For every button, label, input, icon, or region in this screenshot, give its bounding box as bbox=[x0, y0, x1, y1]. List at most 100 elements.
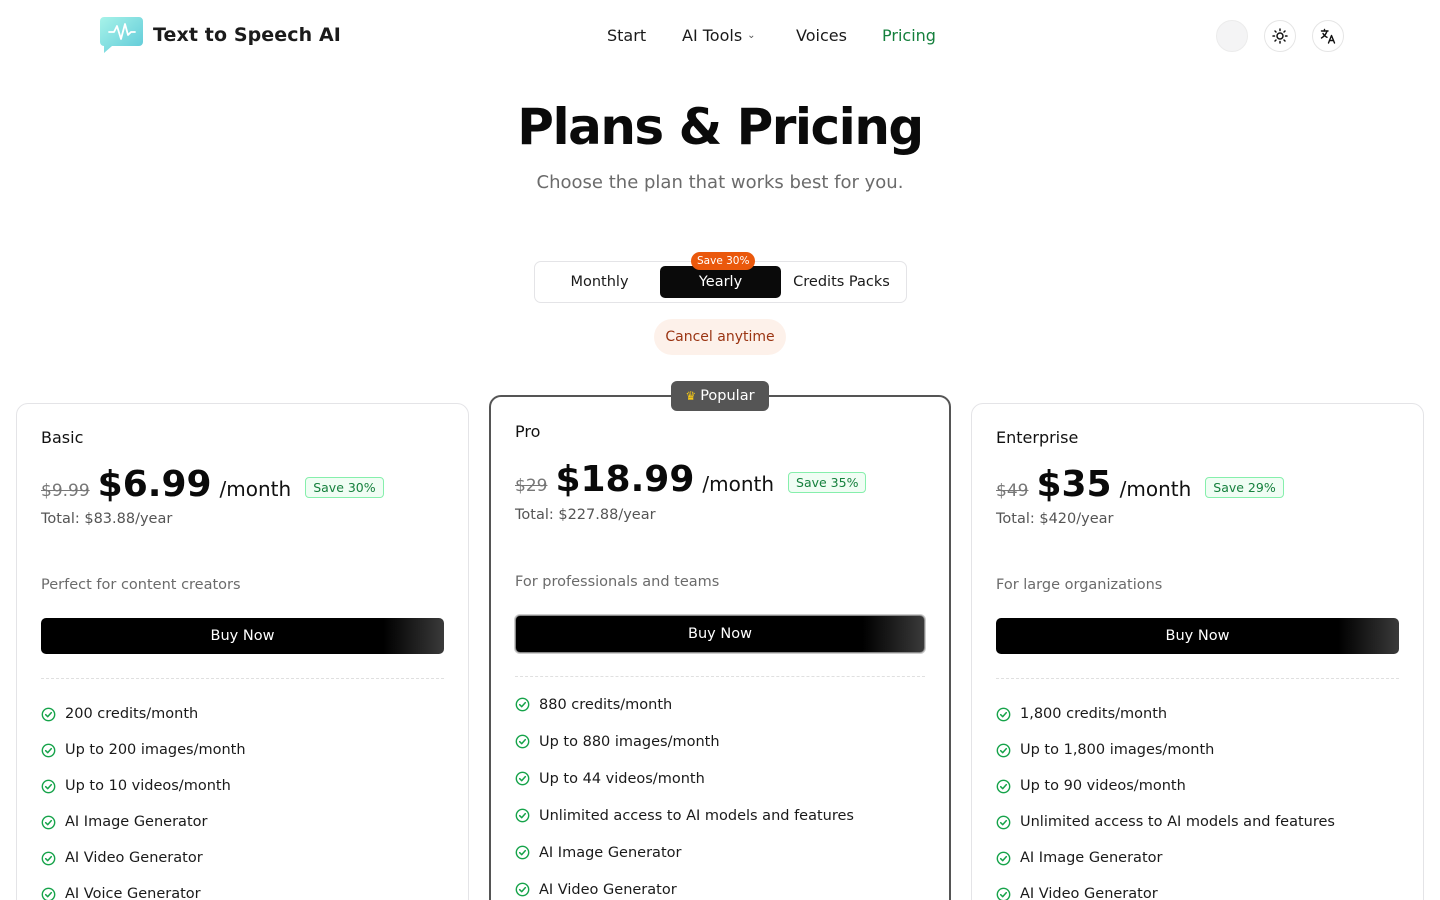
divider bbox=[41, 678, 444, 679]
feature-item: 1,800 credits/month bbox=[996, 696, 1335, 732]
feature-item: Up to 10 videos/month bbox=[41, 768, 246, 804]
nav-voices[interactable]: Voices bbox=[796, 26, 847, 45]
current-price: $18.99 bbox=[555, 459, 695, 500]
feature-item: Unlimited access to AI models and featur… bbox=[996, 804, 1335, 840]
toggle-yearly[interactable]: Yearly bbox=[660, 266, 781, 298]
buy-now-button[interactable]: Buy Now bbox=[515, 615, 925, 653]
feature-text: AI Video Generator bbox=[1020, 886, 1158, 900]
feature-text: Up to 10 videos/month bbox=[65, 778, 231, 794]
feature-text: AI Voice Generator bbox=[65, 886, 201, 900]
nav-voices-label: Voices bbox=[796, 26, 847, 45]
feature-item: Up to 44 videos/month bbox=[515, 760, 854, 797]
yearly-save-badge: Save 30% bbox=[691, 252, 756, 270]
plan-description: For professionals and teams bbox=[515, 574, 720, 590]
check-circle-icon bbox=[41, 707, 56, 722]
feature-item: AI Image Generator bbox=[996, 840, 1335, 876]
plan-description: For large organizations bbox=[996, 577, 1163, 593]
feature-item: AI Video Generator bbox=[515, 871, 854, 900]
feature-text: Unlimited access to AI models and featur… bbox=[539, 807, 854, 824]
logo-text: Text to Speech AI bbox=[153, 24, 341, 46]
toggle-monthly[interactable]: Monthly bbox=[539, 266, 660, 298]
theme-toggle-button[interactable] bbox=[1264, 20, 1296, 52]
price-period: /month bbox=[702, 472, 775, 496]
plan-name: Pro bbox=[515, 422, 541, 441]
nav-start[interactable]: Start bbox=[607, 26, 646, 45]
page-title: Plans & Pricing bbox=[517, 98, 924, 156]
price-row: $9.99 $6.99 /month Save 30% bbox=[41, 464, 384, 505]
feature-item: AI Image Generator bbox=[515, 834, 854, 871]
feature-text: AI Video Generator bbox=[65, 850, 203, 866]
price-period: /month bbox=[1119, 477, 1192, 501]
feature-item: Unlimited access to AI models and featur… bbox=[515, 797, 854, 834]
nav-pricing-label: Pricing bbox=[882, 26, 936, 45]
divider bbox=[996, 678, 1399, 679]
check-circle-icon bbox=[41, 779, 56, 794]
feature-text: Up to 90 videos/month bbox=[1020, 778, 1186, 794]
feature-text: Up to 44 videos/month bbox=[539, 770, 705, 787]
check-circle-icon bbox=[515, 882, 530, 897]
feature-list: 200 credits/month Up to 200 images/month U… bbox=[41, 696, 246, 900]
check-circle-icon bbox=[41, 815, 56, 830]
feature-text: Unlimited access to AI models and featur… bbox=[1020, 814, 1335, 830]
nav-ai-tools[interactable]: AI Tools ⌄ bbox=[682, 26, 756, 45]
cancel-anytime-badge: Cancel anytime bbox=[654, 319, 786, 355]
check-circle-icon bbox=[41, 743, 56, 758]
crown-icon: ♛ bbox=[685, 389, 697, 403]
save-badge: Save 29% bbox=[1205, 477, 1284, 498]
current-price: $6.99 bbox=[97, 464, 212, 505]
save-badge: Save 35% bbox=[788, 472, 867, 493]
feature-text: AI Image Generator bbox=[1020, 850, 1163, 866]
logo[interactable]: Text to Speech AI bbox=[100, 17, 341, 53]
yearly-total: Total: $227.88/year bbox=[515, 507, 656, 523]
plan-name: Basic bbox=[41, 428, 84, 447]
nav-ai-tools-label: AI Tools bbox=[682, 26, 743, 45]
check-circle-icon bbox=[515, 771, 530, 786]
feature-item: 880 credits/month bbox=[515, 686, 854, 723]
check-circle-icon bbox=[996, 887, 1011, 900]
save-badge: Save 30% bbox=[305, 477, 384, 498]
feature-text: AI Image Generator bbox=[65, 814, 208, 830]
popular-badge: ♛ Popular bbox=[671, 381, 769, 411]
feature-item: Up to 1,800 images/month bbox=[996, 732, 1335, 768]
price-row: $29 $18.99 /month Save 35% bbox=[515, 459, 867, 500]
yearly-total: Total: $420/year bbox=[996, 511, 1114, 527]
feature-text: 200 credits/month bbox=[65, 706, 199, 722]
feature-item: AI Image Generator bbox=[41, 804, 246, 840]
check-circle-icon bbox=[515, 845, 530, 860]
divider bbox=[515, 676, 925, 677]
user-avatar[interactable] bbox=[1216, 20, 1248, 52]
nav-pricing[interactable]: Pricing bbox=[882, 26, 936, 45]
plan-card-enterprise: Enterprise $49 $35 /month Save 29% Total… bbox=[971, 403, 1424, 900]
check-circle-icon bbox=[996, 743, 1011, 758]
feature-text: 880 credits/month bbox=[539, 696, 673, 713]
plan-name: Enterprise bbox=[996, 428, 1079, 447]
check-circle-icon bbox=[996, 851, 1011, 866]
language-button[interactable] bbox=[1312, 20, 1344, 52]
original-price: $9.99 bbox=[41, 481, 90, 501]
nav-start-label: Start bbox=[607, 26, 647, 45]
check-circle-icon bbox=[515, 734, 530, 749]
site-header: Text to Speech AI Start AI Tools ⌄ Voices… bbox=[0, 0, 1440, 72]
feature-list: 880 credits/month Up to 880 images/month U… bbox=[515, 686, 854, 900]
feature-item: AI Video Generator bbox=[41, 840, 246, 876]
buy-now-button[interactable]: Buy Now bbox=[41, 618, 444, 654]
toggle-credits-packs[interactable]: Credits Packs bbox=[781, 266, 902, 298]
check-circle-icon bbox=[41, 887, 56, 900]
check-circle-icon bbox=[996, 707, 1011, 722]
plan-card-pro: Pro $29 $18.99 /month Save 35% Total: $2… bbox=[489, 395, 951, 900]
feature-item: Up to 880 images/month bbox=[515, 723, 854, 760]
feature-item: AI Video Generator bbox=[996, 876, 1335, 900]
feature-item: AI Voice Generator bbox=[41, 876, 246, 900]
check-circle-icon bbox=[41, 851, 56, 866]
sun-icon bbox=[1272, 28, 1288, 44]
feature-item: 200 credits/month bbox=[41, 696, 246, 732]
yearly-total: Total: $83.88/year bbox=[41, 511, 173, 527]
buy-now-button[interactable]: Buy Now bbox=[996, 618, 1399, 654]
check-circle-icon bbox=[996, 815, 1011, 830]
check-circle-icon bbox=[515, 697, 530, 712]
original-price: $29 bbox=[515, 476, 548, 496]
feature-text: AI Image Generator bbox=[539, 844, 682, 861]
chevron-down-icon: ⌄ bbox=[747, 30, 756, 41]
plan-description: Perfect for content creators bbox=[41, 577, 241, 593]
feature-item: Up to 90 videos/month bbox=[996, 768, 1335, 804]
